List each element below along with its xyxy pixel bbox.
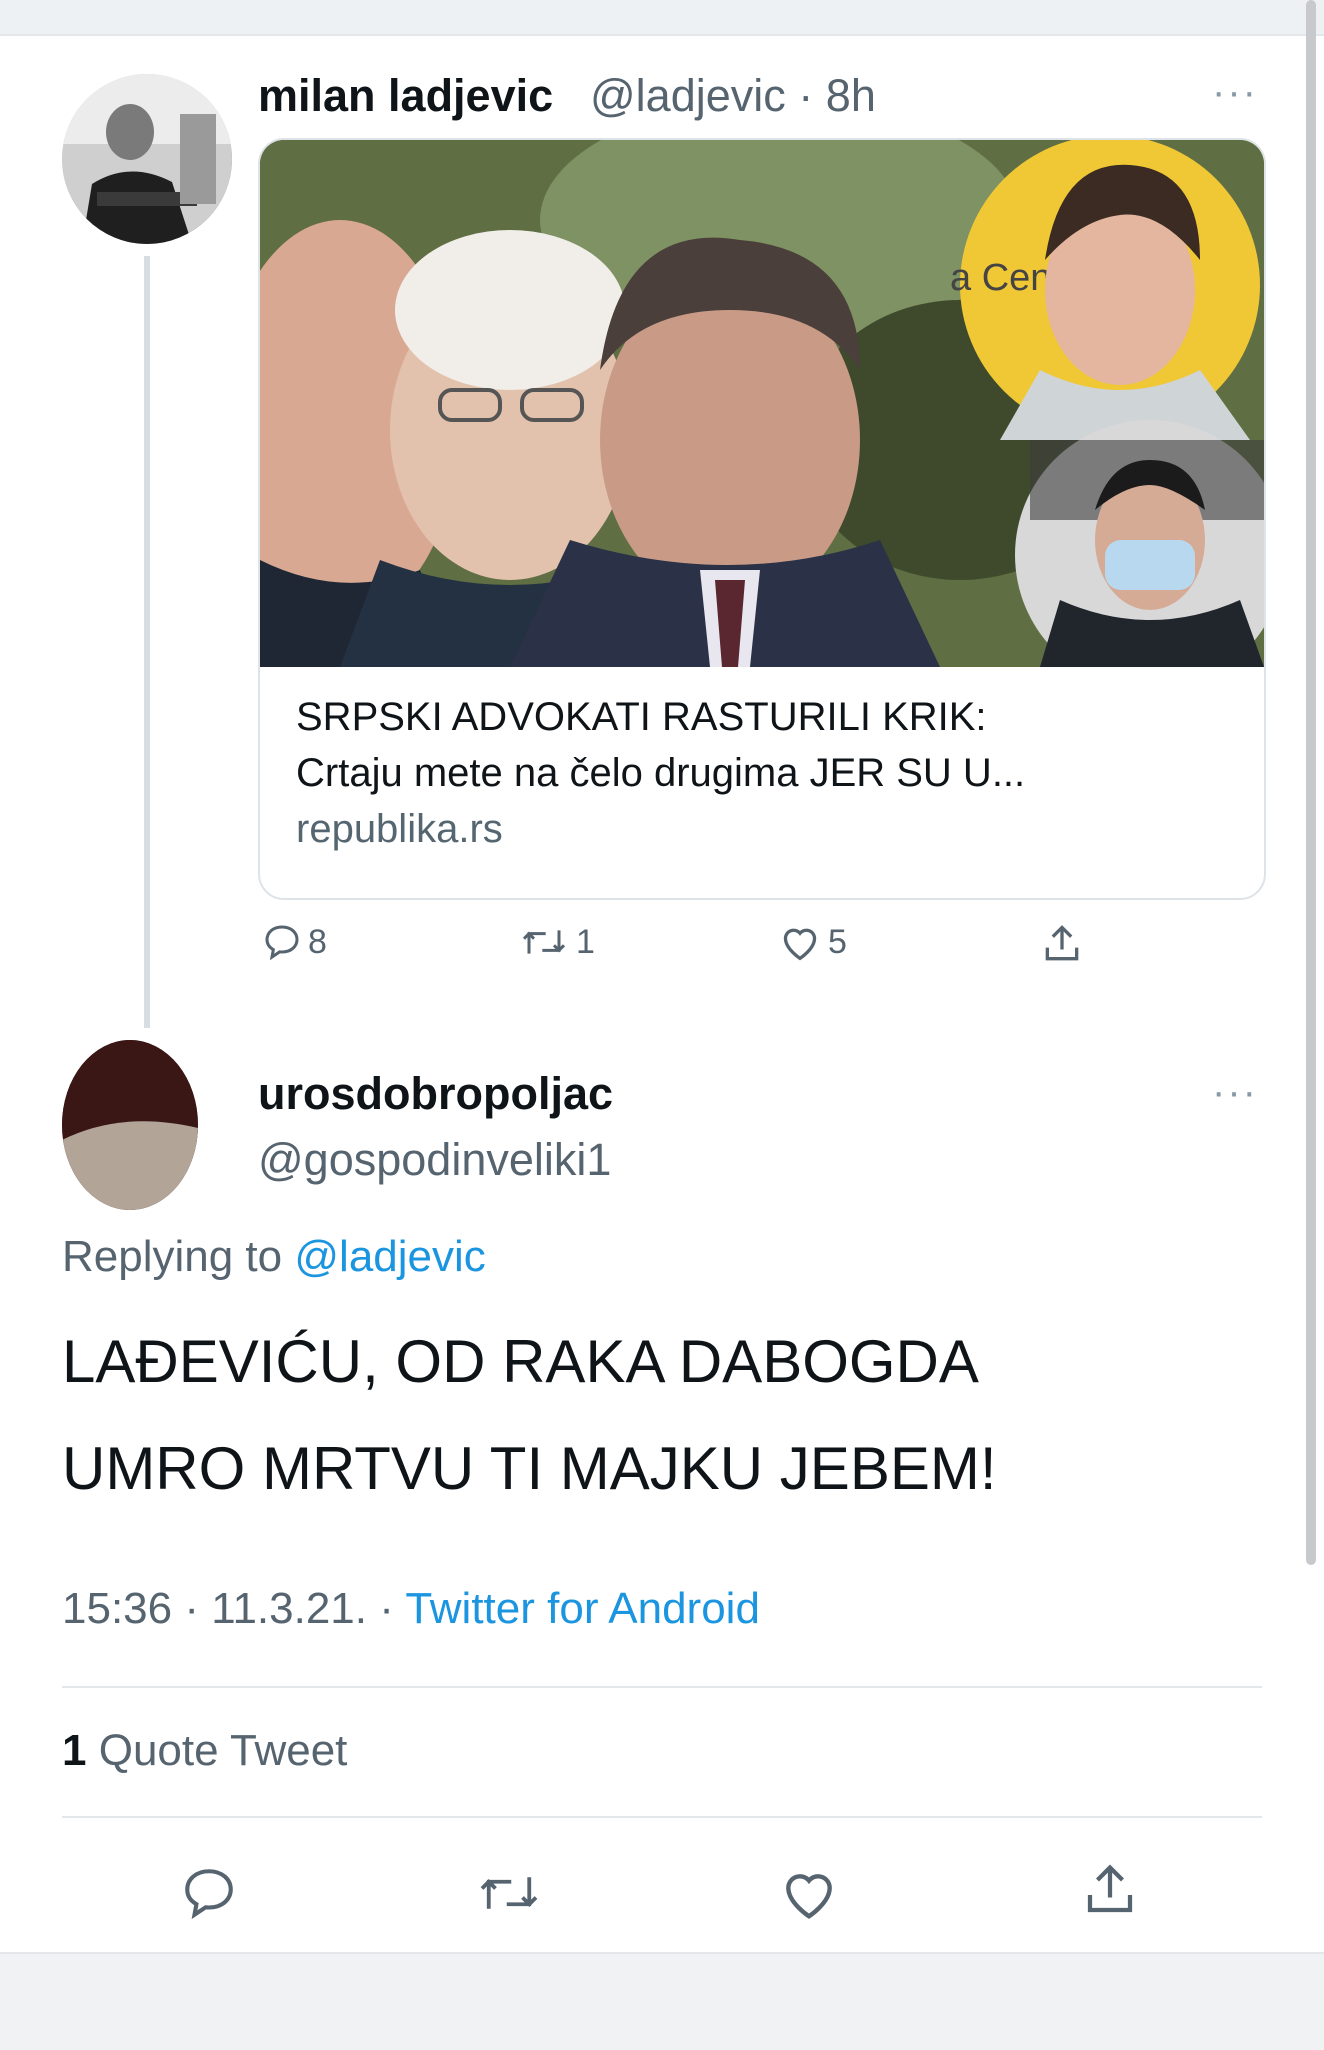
author-handle-row: @ladjevic · 8h (590, 70, 876, 122)
like-button[interactable] (778, 1864, 840, 1927)
link-preview-card[interactable]: a Centa SRPSKI ADVOKATI RASTURILI KRIK: … (258, 138, 1266, 900)
quote-count: 1 (62, 1726, 87, 1775)
tweet-meta: 15:36 · 11.3.21. · Twitter for Android (62, 1584, 760, 1634)
reply-text-line1: LAĐEVIĆU, OD RAKA DABOGDA (62, 1328, 979, 1395)
more-options-icon[interactable]: ··· (1212, 70, 1258, 115)
tweet-date[interactable]: 11.3.21. (211, 1584, 367, 1633)
replying-to-handle-link[interactable]: @ladjevic (294, 1232, 485, 1281)
author-handle[interactable]: @ladjevic (590, 70, 786, 121)
reply-text-line2: UMRO MRTVU TI MAJKU JEBEM! (62, 1435, 997, 1502)
tweet-time[interactable]: 15:36 (62, 1584, 172, 1633)
more-options-icon[interactable]: ··· (1212, 1070, 1258, 1115)
divider (62, 1686, 1262, 1688)
retweet-button[interactable] (474, 1866, 544, 1925)
reply-button[interactable]: 8 (262, 922, 327, 962)
avatar-photo-icon (62, 1040, 198, 1210)
source-app-link[interactable]: Twitter for Android (405, 1584, 760, 1633)
share-icon (1045, 925, 1079, 961)
link-card-headline-line1: SRPSKI ADVOKATI RASTURILI KRIK: (296, 695, 987, 739)
author-name[interactable]: milan ladjevic (258, 70, 553, 122)
quote-label: Quote Tweet (98, 1726, 348, 1775)
heart-icon (786, 1874, 832, 1919)
link-card-domain: republika.rs (296, 807, 503, 851)
top-status-bar (0, 0, 1324, 34)
avatar-photo-icon (62, 74, 232, 244)
bottom-system-bar (0, 1952, 1324, 2050)
replying-to-label: Replying to (62, 1232, 283, 1281)
retweet-icon (480, 1877, 538, 1909)
divider (62, 1816, 1262, 1818)
share-button[interactable] (1080, 1860, 1140, 1925)
reply-icon (185, 1869, 233, 1920)
quote-tweets-link[interactable]: 1 Quote Tweet (62, 1726, 347, 1776)
scrollbar[interactable] (1306, 0, 1316, 1565)
share-button[interactable] (1040, 922, 1084, 966)
reply-icon (265, 925, 299, 961)
reply-author-handle[interactable]: @gospodinveliki1 (258, 1134, 611, 1186)
share-icon (1087, 1864, 1133, 1913)
reply-button[interactable] (180, 1864, 238, 1927)
reply-avatar[interactable] (62, 1040, 198, 1210)
retweet-icon (522, 930, 566, 954)
like-button[interactable]: 5 (778, 922, 847, 962)
avatar[interactable] (62, 74, 232, 244)
news-collage-photo-icon: a Centa (260, 140, 1264, 667)
separator-dot: · (798, 70, 814, 121)
retweet-button[interactable]: 1 (518, 922, 595, 962)
heart-icon (783, 928, 817, 961)
reply-tweet-text: LAĐEVIĆU, OD RAKA DABOGDA UMRO MRTVU TI … (62, 1308, 997, 1522)
link-card-headline-line2: Crtaju mete na čelo drugima JER SU U... (296, 751, 1026, 795)
retweet-count: 1 (576, 922, 595, 961)
reply-count: 8 (308, 922, 327, 961)
reply-author-name[interactable]: urosdobropoljac (258, 1068, 613, 1120)
replying-to-line: Replying to @ladjevic (62, 1232, 486, 1282)
separator-dot: · (379, 1584, 394, 1633)
tweet-time-ago[interactable]: 8h (826, 70, 876, 121)
thread-connector-line (144, 256, 150, 1028)
separator-dot: · (184, 1584, 199, 1633)
like-count: 5 (828, 922, 847, 961)
